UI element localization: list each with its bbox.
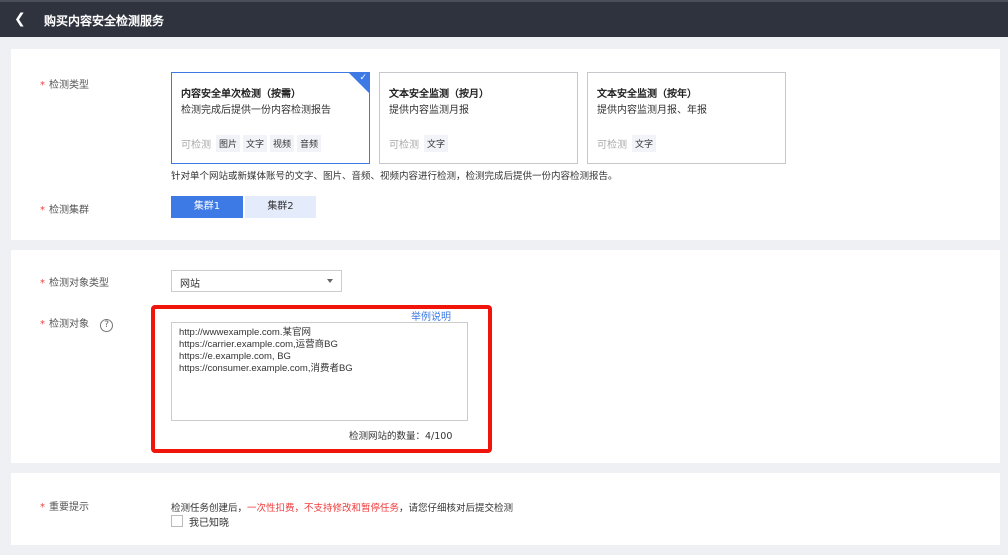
object-label: * 检测对象 ? xyxy=(40,315,114,332)
tag: 视频 xyxy=(270,135,295,152)
type-label: * 检测类型 xyxy=(40,80,89,91)
cluster-2-button[interactable]: 集群2 xyxy=(245,196,316,218)
cluster-label: * 检测集群 xyxy=(40,205,89,216)
tag: 图片 xyxy=(216,135,241,152)
notice-text: 检测任务创建后，一次性扣费，不支持修改和暂停任务，请您仔细核对后提交检测 xyxy=(171,503,514,514)
object-type-label: * 检测对象类型 xyxy=(40,278,109,289)
objects-textarea[interactable]: http://wwwexample.com.某官网 https://carrie… xyxy=(171,322,468,421)
type-description: 针对单个网站或新媒体账号的文字、图片、音频、视频内容进行检测，检测完成后提供一份… xyxy=(171,171,618,182)
tag: 文字 xyxy=(632,135,657,152)
back-icon[interactable]: ❮ xyxy=(14,11,26,27)
cluster-1-button[interactable]: 集群1 xyxy=(171,196,243,218)
tag: 文字 xyxy=(424,135,449,152)
tag: 音频 xyxy=(297,135,322,152)
card-text-yearly[interactable]: 文本安全监测（按年） 提供内容监测月报、年报 可检测 文字 xyxy=(587,72,786,164)
card-text-monthly[interactable]: 文本安全监测（按月） 提供内容监测月报 可检测 文字 xyxy=(379,72,578,164)
page-title: 购买内容安全检测服务 xyxy=(44,14,165,28)
acknowledge-label[interactable]: 我已知晓 xyxy=(189,514,229,529)
check-icon: ✓ xyxy=(359,73,367,83)
object-count: 检测网站的数量：4/100 xyxy=(349,431,453,442)
tag: 文字 xyxy=(243,135,268,152)
acknowledge-checkbox[interactable] xyxy=(171,515,183,527)
object-type-select[interactable]: 网站 xyxy=(171,270,342,292)
help-icon[interactable]: ? xyxy=(100,319,114,332)
card-single-check[interactable]: ✓ 内容安全单次检测（按需） 检测完成后提供一份内容检测报告 可检测 图片 文字… xyxy=(171,72,370,164)
dropdown-arrow-icon xyxy=(327,279,333,283)
notice-label: * 重要提示 xyxy=(40,502,89,513)
top-bar: ❮ 购买内容安全检测服务 xyxy=(0,0,1008,37)
example-link[interactable]: 举例说明 xyxy=(411,308,451,323)
